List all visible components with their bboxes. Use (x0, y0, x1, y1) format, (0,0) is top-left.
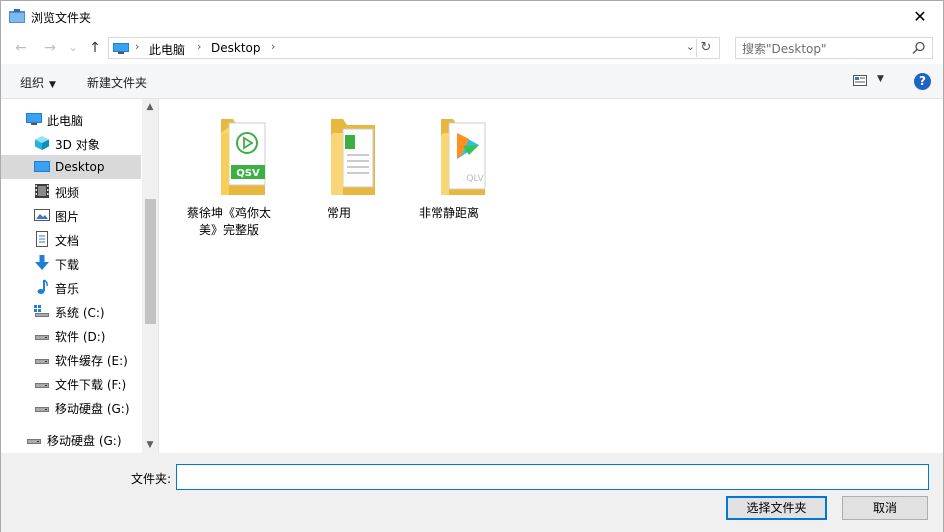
help-icon[interactable]: ? (914, 73, 931, 90)
sidebar-item-label: 下载 (55, 258, 80, 272)
organize-label: 组织 (20, 76, 45, 90)
breadcrumb-separator: › (135, 40, 140, 53)
downloads-icon (35, 255, 49, 270)
sidebar-item-removable-g-root[interactable]: 移动硬盘 (G:) (1, 427, 141, 451)
sidebar-item-label: 软件 (D:) (55, 330, 106, 344)
up-arrow-icon[interactable]: ↑ (86, 39, 104, 57)
close-button[interactable]: ✕ (897, 1, 943, 32)
folder-name: 非常静距离 (399, 205, 499, 222)
organize-button[interactable]: 组织 ▼ (20, 74, 56, 91)
recent-locations-icon[interactable]: ⌄ (64, 39, 82, 57)
folder-qsv-icon: QSV (221, 119, 266, 195)
app-icon (9, 9, 25, 23)
folder-field-label: 文件夹: (131, 472, 172, 486)
sidebar-item-label: 文档 (55, 234, 80, 248)
breadcrumb-separator: › (271, 40, 276, 53)
sidebar-item-software-d[interactable]: 软件 (D:) (1, 323, 141, 347)
sidebar-item-label: 3D 对象 (55, 138, 100, 152)
sidebar-item-label: 图片 (55, 210, 80, 224)
sidebar-item-3d-objects[interactable]: 3D 对象 (1, 131, 141, 155)
folder-qlv-icon: QLV (441, 119, 486, 195)
search-icon[interactable] (912, 41, 926, 55)
folder-name: 蔡徐坤《鸡你太 美》完整版 (179, 205, 279, 239)
sidebar-item-label: 移动硬盘 (G:) (55, 402, 130, 416)
window-title: 浏览文件夹 (31, 11, 92, 25)
folder-item[interactable]: QSV 蔡徐坤《鸡你太 美》完整版 (179, 113, 279, 243)
drive-icon (27, 439, 41, 444)
folder-name-line: 美》完整版 (198, 223, 259, 237)
computer-icon (113, 43, 129, 54)
scroll-up-icon[interactable]: ▲ (142, 99, 158, 115)
sidebar-item-downloads-f[interactable]: 文件下载 (F:) (1, 371, 141, 395)
folder-contents: QSV 蔡徐坤《鸡你太 美》完整版 常用 QLV 非常静距离 (159, 99, 943, 453)
sidebar-item-label: 音乐 (55, 282, 80, 296)
search-box[interactable] (735, 37, 933, 59)
qlv-badge-text: QLV (466, 174, 484, 184)
folder-input[interactable] (180, 468, 924, 488)
cancel-button[interactable]: 取消 (842, 496, 928, 520)
breadcrumb-this-pc[interactable]: 此电脑 (149, 41, 185, 58)
scroll-down-icon[interactable]: ▼ (142, 437, 158, 453)
back-arrow-icon[interactable]: ← (12, 39, 30, 57)
folder-name-line: 非常静距离 (418, 206, 479, 220)
drive-icon (35, 359, 49, 364)
folder-name-line: 常用 (326, 206, 351, 220)
navigation-bar: ← → ⌄ ↑ › 此电脑 › Desktop › ⌄ ↻ (1, 32, 943, 64)
sidebar-item-downloads[interactable]: 下载 (1, 251, 141, 275)
folder-documents-icon (331, 119, 375, 195)
folder-name: 常用 (289, 205, 389, 222)
title-bar: 浏览文件夹 ✕ (1, 1, 943, 32)
folder-item[interactable]: QLV 非常静距离 (399, 113, 499, 243)
sidebar-item-desktop[interactable]: Desktop (1, 155, 141, 179)
folder-field[interactable] (176, 464, 929, 490)
sidebar-item-system-c[interactable]: 系统 (C:) (1, 299, 141, 323)
documents-icon (36, 231, 48, 247)
sidebar-item-music[interactable]: 音乐 (1, 275, 141, 299)
qsv-badge-text: QSV (236, 168, 260, 179)
sidebar-item-label: 系统 (C:) (55, 306, 105, 320)
drive-icon (35, 407, 49, 412)
desktop-icon (34, 161, 50, 172)
breadcrumb-separator: › (197, 40, 202, 53)
folder-name-line: 蔡徐坤《鸡你太 (186, 206, 271, 220)
sidebar-item-cache-e[interactable]: 软件缓存 (E:) (1, 347, 141, 371)
video-icon (35, 184, 49, 198)
drive-icon (35, 383, 49, 388)
navigation-pane: 此电脑 3D 对象 Desktop 视频 图片 文档 下载 音乐 系统 (C:)… (1, 99, 159, 453)
computer-icon (26, 113, 42, 125)
folder-item[interactable]: 常用 (289, 113, 389, 243)
sidebar-item-removable-g[interactable]: 移动硬盘 (G:) (1, 395, 141, 419)
sidebar-item-label: 视频 (55, 186, 80, 200)
sidebar-item-label: 此电脑 (47, 114, 84, 128)
browse-folder-dialog: 浏览文件夹 ✕ ← → ⌄ ↑ › 此电脑 › Desktop › ⌄ ↻ 搜索… (0, 0, 944, 532)
breadcrumb-desktop[interactable]: Desktop (211, 41, 261, 55)
sidebar-item-label: 文件下载 (F:) (55, 378, 127, 392)
sidebar-item-this-pc[interactable]: 此电脑 (1, 107, 141, 131)
sidebar-scrollbar[interactable]: ▲ ▼ (142, 99, 158, 453)
system-drive-icon (34, 305, 49, 317)
pictures-icon (34, 209, 50, 221)
chevron-down-icon: ▼ (49, 80, 56, 90)
new-folder-button[interactable]: 新建文件夹 (87, 74, 147, 91)
scrollbar-thumb[interactable] (145, 199, 156, 324)
address-bar[interactable]: › 此电脑 › Desktop › ⌄ ↻ (108, 37, 720, 59)
select-folder-button[interactable]: 选择文件夹 (726, 496, 827, 520)
dialog-footer: 文件夹: 选择文件夹 取消 (1, 453, 943, 532)
address-dropdown-icon[interactable]: ⌄ (686, 40, 695, 53)
sidebar-item-documents[interactable]: 文档 (1, 227, 141, 251)
view-chevron-down-icon[interactable]: ▼ (877, 74, 884, 84)
refresh-icon[interactable]: ↻ (696, 39, 715, 57)
search-input[interactable] (740, 40, 904, 58)
sidebar-item-label: Desktop (55, 160, 105, 174)
sidebar-item-label: 移动硬盘 (G:) (47, 434, 122, 448)
sidebar-item-video[interactable]: 视频 (1, 179, 141, 203)
3d-objects-icon (35, 136, 49, 150)
sidebar-item-pictures[interactable]: 图片 (1, 203, 141, 227)
drive-icon (35, 335, 49, 340)
view-options-icon[interactable] (853, 75, 867, 86)
forward-arrow-icon[interactable]: → (41, 39, 59, 57)
sidebar-item-label: 软件缓存 (E:) (55, 354, 128, 368)
command-bar: 组织 ▼ 新建文件夹 ▼ ? (1, 64, 943, 99)
music-icon (37, 279, 48, 294)
